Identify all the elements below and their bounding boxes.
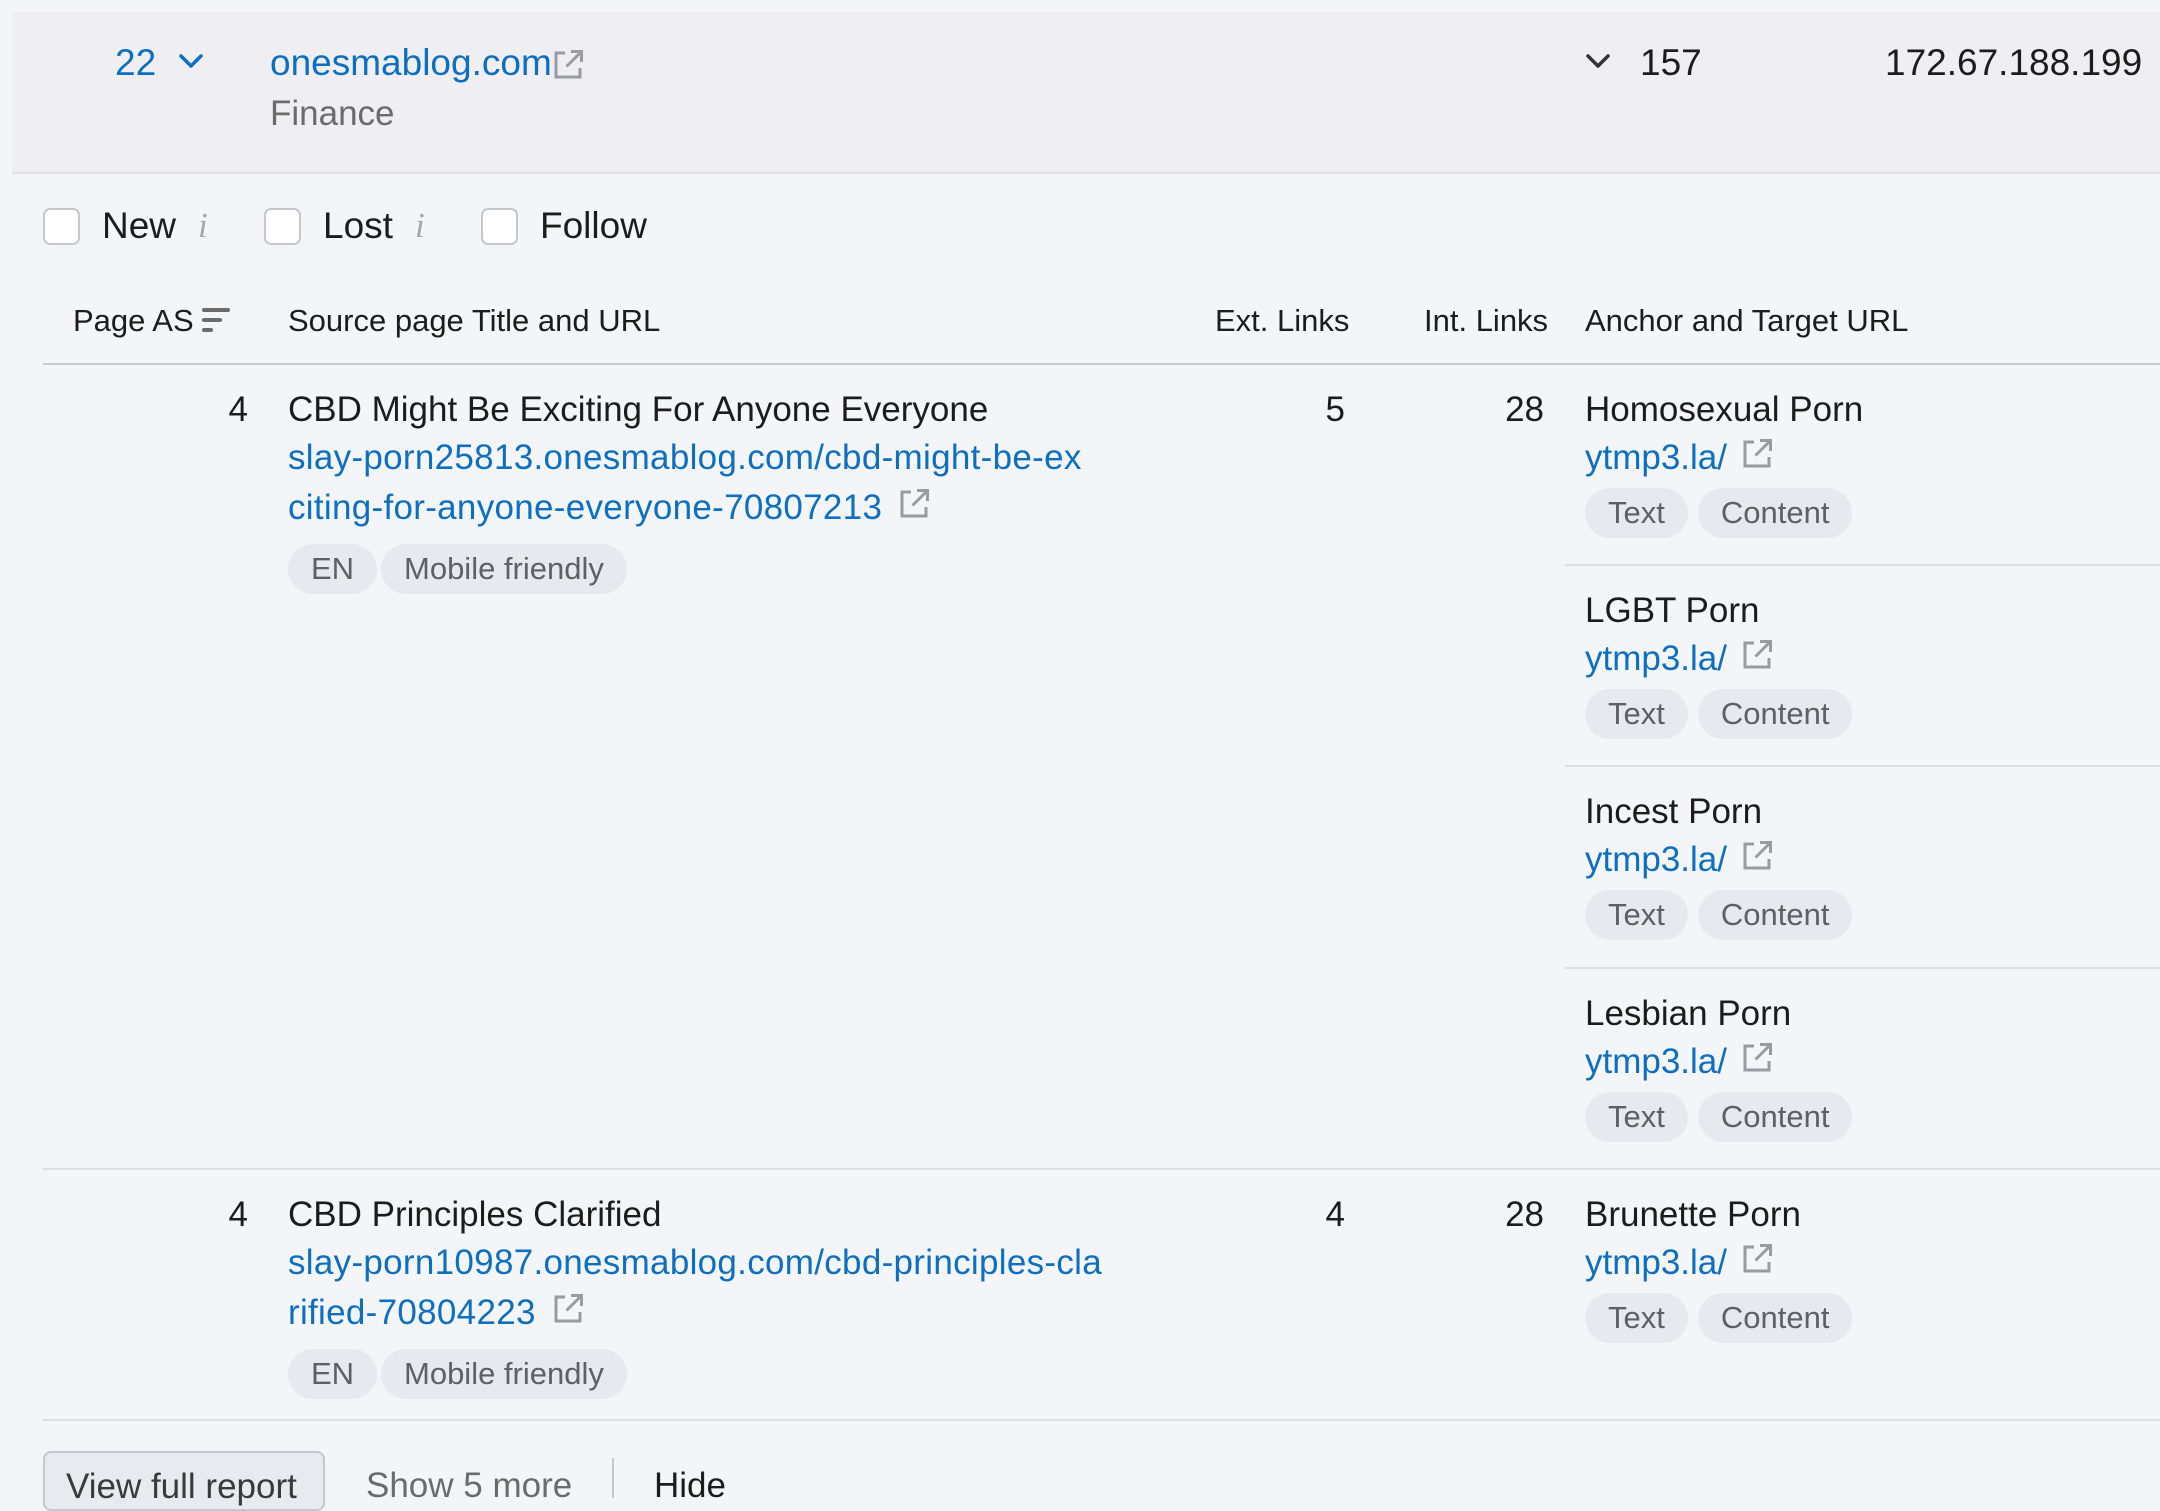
anchor-divider: [1565, 967, 2160, 969]
follow-checkbox[interactable]: [481, 207, 518, 245]
ext-links-value: 5: [1325, 390, 1345, 429]
anchor-text: Lesbian Porn: [1585, 994, 1792, 1033]
column-header-page-as[interactable]: Page AS: [73, 303, 194, 339]
link-type-chip: Text: [1585, 1293, 1688, 1343]
target-url[interactable]: ytmp3.la/: [1585, 1243, 2160, 1283]
ext-links-value: 4: [1325, 1195, 1345, 1234]
anchor-text: Incest Porn: [1585, 792, 1763, 831]
anchor-divider: [1565, 765, 2160, 767]
anchor-item: LGBT Porn ytmp3.la/ Text Content: [1585, 591, 2160, 739]
column-header-anchor: Anchor and Target URL: [1585, 303, 1909, 338]
domain-rank[interactable]: 22: [115, 42, 156, 84]
anchor-divider: [1565, 564, 2160, 566]
header-divider: [43, 363, 2160, 365]
link-type-chip: Text: [1585, 488, 1688, 538]
external-link-icon[interactable]: [1739, 838, 1775, 874]
url-line[interactable]: rified-70804223: [288, 1293, 536, 1332]
target-url[interactable]: ytmp3.la/: [1585, 840, 2160, 880]
url-line[interactable]: slay-porn10987.onesmablog.com/cbd-princi…: [288, 1238, 1102, 1288]
domain-category: Finance: [270, 94, 395, 133]
filter-new[interactable]: New i: [43, 204, 208, 248]
domain-link[interactable]: onesmablog.com: [270, 42, 552, 84]
url-line[interactable]: slay-porn25813.onesmablog.com/cbd-might-…: [288, 433, 1082, 483]
source-page-title: CBD Might Be Exciting For Anyone Everyon…: [288, 390, 989, 429]
link-type-chip: Text: [1585, 1092, 1688, 1142]
target-url-text[interactable]: ytmp3.la/: [1585, 438, 1727, 477]
target-url[interactable]: ytmp3.la/: [1585, 438, 2160, 478]
external-link-icon[interactable]: [1739, 1040, 1775, 1076]
target-url-text[interactable]: ytmp3.la/: [1585, 1042, 1727, 1081]
sort-icon[interactable]: [200, 306, 232, 334]
row-divider: [43, 1419, 2160, 1421]
anchor-text: LGBT Porn: [1585, 591, 1760, 630]
follow-label: Follow: [540, 205, 647, 246]
source-page-title: CBD Principles Clarified: [288, 1195, 662, 1234]
external-link-icon[interactable]: [550, 47, 586, 83]
filter-lost[interactable]: Lost i: [264, 204, 425, 248]
language-chip: EN: [288, 544, 378, 594]
lost-checkbox[interactable]: [264, 207, 301, 245]
domain-row: 22 onesmablog.com Finance 157 172.67.188…: [12, 12, 2160, 174]
external-link-icon[interactable]: [1739, 1241, 1775, 1277]
anchor-item: Incest Porn ytmp3.la/ Text Content: [1585, 792, 2160, 940]
anchor-text: Homosexual Porn: [1585, 390, 1864, 429]
lost-label: Lost: [323, 205, 393, 246]
link-type-chip: Text: [1585, 890, 1688, 940]
link-type-chip: Text: [1585, 689, 1688, 739]
external-link-icon[interactable]: [896, 486, 932, 522]
chevron-down-icon[interactable]: [1585, 52, 1611, 70]
anchor-item: Brunette Porn ytmp3.la/ Text Content: [1585, 1195, 2160, 1343]
external-link-icon[interactable]: [550, 1291, 586, 1327]
ip-address: 172.67.188.199: [1885, 42, 2143, 83]
column-header-source: Source page Title and URL: [288, 303, 661, 338]
page-as-value: 4: [228, 1195, 248, 1234]
source-page-url[interactable]: slay-porn25813.onesmablog.com/cbd-might-…: [288, 433, 1082, 533]
int-links-value: 28: [1505, 390, 1544, 429]
column-header-int-links[interactable]: Int. Links: [1424, 303, 1548, 339]
link-position-chip: Content: [1697, 689, 1853, 739]
info-icon[interactable]: i: [198, 206, 208, 246]
language-chip: EN: [288, 1349, 378, 1399]
backlink-count: 157: [1640, 42, 1702, 83]
hide-button[interactable]: Hide: [654, 1466, 726, 1506]
filter-follow[interactable]: Follow: [481, 204, 647, 248]
link-position-chip: Content: [1697, 1293, 1853, 1343]
page-as-value: 4: [228, 390, 248, 429]
footer-separator: [612, 1458, 614, 1498]
anchor-item: Lesbian Porn ytmp3.la/ Text Content: [1585, 994, 2160, 1142]
info-icon[interactable]: i: [415, 206, 425, 246]
new-label: New: [102, 205, 177, 246]
link-position-chip: Content: [1697, 890, 1853, 940]
column-header-ext-links[interactable]: Ext. Links: [1215, 303, 1349, 339]
link-position-chip: Content: [1697, 488, 1853, 538]
chevron-down-icon[interactable]: [178, 52, 204, 70]
show-more-button[interactable]: Show 5 more: [366, 1466, 572, 1506]
mobile-friendly-chip: Mobile friendly: [381, 544, 627, 594]
target-url[interactable]: ytmp3.la/: [1585, 1042, 2160, 1082]
url-line[interactable]: citing-for-anyone-everyone-70807213: [288, 488, 882, 527]
mobile-friendly-chip: Mobile friendly: [381, 1349, 627, 1399]
source-page-url[interactable]: slay-porn10987.onesmablog.com/cbd-princi…: [288, 1238, 1102, 1338]
target-url-text[interactable]: ytmp3.la/: [1585, 639, 1727, 678]
external-link-icon[interactable]: [1739, 637, 1775, 673]
target-url-text[interactable]: ytmp3.la/: [1585, 1243, 1727, 1282]
link-position-chip: Content: [1697, 1092, 1853, 1142]
target-url[interactable]: ytmp3.la/: [1585, 639, 2160, 679]
external-link-icon[interactable]: [1739, 436, 1775, 472]
new-checkbox[interactable]: [43, 207, 80, 245]
target-url-text[interactable]: ytmp3.la/: [1585, 840, 1727, 879]
int-links-value: 28: [1505, 1195, 1544, 1234]
view-full-report-button[interactable]: View full report: [43, 1451, 325, 1511]
anchor-text: Brunette Porn: [1585, 1195, 1801, 1234]
row-divider: [43, 1168, 2160, 1170]
anchor-item: Homosexual Porn ytmp3.la/ Text Content: [1585, 390, 2160, 538]
